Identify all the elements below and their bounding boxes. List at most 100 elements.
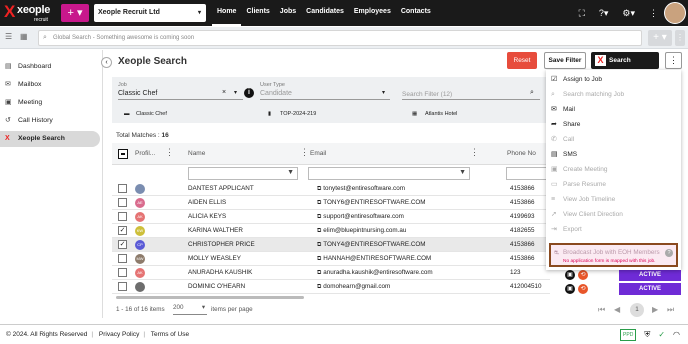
- name-filter-input[interactable]: ▼: [188, 167, 298, 180]
- global-search-input[interactable]: ⌕ Global Search - Something awesome is c…: [38, 30, 642, 46]
- email-filter-input[interactable]: ▼: [308, 167, 470, 180]
- row-checkbox[interactable]: [118, 184, 127, 193]
- help-icon[interactable]: ?: [665, 249, 673, 257]
- help-icon[interactable]: ?▾: [599, 8, 609, 19]
- filter-icon[interactable]: ▼: [287, 169, 294, 176]
- copy-icon[interactable]: ⧉: [317, 186, 321, 192]
- table-row[interactable]: DANTEST APPLICANT ⧉ tonytest@entiresoftwar…: [112, 182, 550, 196]
- row-checkbox[interactable]: [118, 198, 127, 207]
- sidebar-item-call-history[interactable]: ↺ Call History: [0, 113, 100, 129]
- copy-icon[interactable]: ⧉: [317, 242, 321, 248]
- chat-icon[interactable]: ▣: [565, 270, 575, 280]
- next-page-icon[interactable]: ▶: [652, 305, 658, 314]
- menu-item-share[interactable]: ➦ Share: [546, 118, 681, 132]
- candidate-email[interactable]: ⧉ support@entiresoftware.com: [317, 213, 404, 221]
- phone-filter-input[interactable]: [506, 167, 550, 180]
- menu-item-search-matching-job[interactable]: ⌕ Search matching Job: [546, 88, 681, 102]
- column-menu-icon[interactable]: ⋮: [470, 147, 479, 158]
- prev-page-icon[interactable]: ◀: [614, 305, 620, 314]
- info-icon[interactable]: i: [244, 88, 254, 98]
- table-row[interactable]: AK ANURADHA KAUSHIK ⧉ anuradha.kaushik@enti…: [112, 266, 550, 280]
- candidate-name[interactable]: KARINA WALTHER: [188, 227, 243, 234]
- candidate-email[interactable]: ⧉ tonytest@entiresoftware.com: [317, 185, 405, 193]
- candidate-email[interactable]: ⧉ anuradha.kaushik@entiresoftware.com: [317, 269, 433, 277]
- menu-item-mail[interactable]: ✉ Mail: [546, 103, 681, 117]
- table-row[interactable]: AK ALICIA KEYS ⧉ support@entiresoftware.com…: [112, 210, 550, 224]
- table-row[interactable]: ✓ KW KARINA WALTHER ⧉ elim@bluepintnursing.c…: [112, 224, 550, 238]
- table-row[interactable]: AE AIDEN ELLIS ⧉ TONY6@ENTIRESOFTWARE.COM 41…: [112, 196, 550, 210]
- nav-jobs[interactable]: Jobs: [275, 0, 301, 26]
- column-email[interactable]: Email: [310, 150, 326, 157]
- chevron-down-icon[interactable]: ▾: [234, 89, 237, 96]
- add-button[interactable]: + ▾: [648, 30, 672, 46]
- chat-icon[interactable]: ▣: [565, 284, 575, 294]
- copy-icon[interactable]: ⧉: [317, 284, 321, 290]
- candidate-name[interactable]: DANTEST APPLICANT: [188, 185, 254, 192]
- reset-button[interactable]: Reset: [507, 52, 537, 69]
- user-type-select[interactable]: Candidate: [260, 90, 292, 97]
- per-page-select[interactable]: 200 ▾: [173, 304, 207, 315]
- candidate-email[interactable]: ⧉ HANNAH@ENTIRESOFTWARE.COM: [317, 255, 431, 263]
- nav-candidates[interactable]: Candidates: [301, 0, 349, 26]
- candidate-email[interactable]: ⧉ TONY4@ENTIRESOFTWARE.COM: [317, 241, 426, 249]
- column-phone[interactable]: Phone No: [507, 150, 536, 157]
- filter-search-icon[interactable]: ⌕: [530, 89, 534, 97]
- row-checkbox[interactable]: [118, 268, 127, 277]
- actions-menu-button[interactable]: ⋮: [665, 52, 682, 69]
- broadcast-job-item[interactable]: ⛐ Broadcast Job with EOH Members No appl…: [549, 243, 678, 267]
- terms-link[interactable]: Terms of Use: [151, 331, 189, 338]
- column-name[interactable]: Name: [188, 150, 205, 157]
- candidate-email[interactable]: ⧉ TONY6@ENTIRESOFTWARE.COM: [317, 199, 426, 207]
- candidate-name[interactable]: ANURADHA KAUSHIK: [188, 269, 252, 276]
- first-page-icon[interactable]: ⏮: [598, 305, 605, 315]
- candidate-email[interactable]: ⧉ elim@bluepintnursing.com.au: [317, 227, 406, 235]
- company-selector[interactable]: Xeople Recruit Ltd ▾: [94, 4, 206, 22]
- privacy-link[interactable]: Privacy Policy: [99, 331, 139, 338]
- nav-employees[interactable]: Employees: [349, 0, 396, 26]
- candidate-email[interactable]: ⧉ domohearn@gmail.com: [317, 283, 390, 291]
- candidate-name[interactable]: AIDEN ELLIS: [188, 199, 226, 206]
- nav-home[interactable]: Home: [212, 0, 242, 26]
- copy-icon[interactable]: ⧉: [317, 228, 321, 234]
- row-checkbox[interactable]: [118, 254, 127, 263]
- gear-icon[interactable]: ⚙▾: [622, 8, 635, 19]
- table-row[interactable]: MW MOLLY WEASLEY ⧉ HANNAH@ENTIRESOFTWARE.CO…: [112, 252, 550, 266]
- nav-contacts[interactable]: Contacts: [396, 0, 436, 26]
- sidebar-item-dashboard[interactable]: ▤ Dashboard: [0, 59, 100, 75]
- clear-icon[interactable]: ×: [222, 89, 226, 96]
- menu-item-assign-to-job[interactable]: ☑ Assign to Job: [546, 73, 681, 87]
- table-row[interactable]: DOMINIC O'HEARN ⧉ domohearn@gmail.com 41200…: [112, 280, 550, 294]
- search-filter-input[interactable]: Search Filter (12): [402, 91, 452, 98]
- copy-icon[interactable]: ⧉: [317, 214, 321, 220]
- table-row[interactable]: ✓ CP CHRISTOPHER PRICE ⧉ TONY4@ENTIRESOFTWAR…: [112, 238, 550, 252]
- row-checkbox[interactable]: ✓: [118, 240, 127, 249]
- copy-icon[interactable]: ⧉: [317, 270, 321, 276]
- app-logo[interactable]: X xeople recruit: [4, 3, 56, 24]
- candidate-name[interactable]: MOLLY WEASLEY: [188, 255, 241, 262]
- menu-item-call[interactable]: ✆ Call: [546, 133, 681, 147]
- search-xeoplers-button[interactable]: X Search Xeoplers: [591, 52, 659, 81]
- column-profile[interactable]: Profil...: [135, 150, 155, 157]
- horizontal-scrollbar[interactable]: [116, 296, 304, 299]
- grid-view-icon[interactable]: ▦: [20, 32, 28, 41]
- row-checkbox[interactable]: ✓: [118, 226, 127, 235]
- more-button[interactable]: ⋮: [675, 30, 685, 46]
- quick-add-button[interactable]: + ▾: [61, 4, 89, 22]
- menu-item-create-meeting[interactable]: ▣ Create Meeting: [546, 163, 681, 177]
- column-menu-icon[interactable]: ⋮: [165, 147, 174, 158]
- menu-item-view-client-direction[interactable]: ➚ View Client Direction: [546, 208, 681, 222]
- sidebar-item-xeople-search[interactable]: X Xeople Search: [0, 131, 100, 147]
- candidate-name[interactable]: DOMINIC O'HEARN: [188, 283, 245, 290]
- menu-item-export[interactable]: ⇥ Export: [546, 223, 681, 237]
- fullscreen-icon[interactable]: ⛶: [579, 8, 585, 19]
- share-icon[interactable]: ⟲: [578, 284, 588, 294]
- page-number[interactable]: 1: [630, 303, 644, 317]
- job-select[interactable]: Classic Chef: [118, 90, 157, 97]
- sidebar-item-mailbox[interactable]: ✉ Mailbox: [0, 77, 100, 93]
- menu-item-view-job-timeline[interactable]: ≡ View Job Timeline: [546, 193, 681, 207]
- user-avatar[interactable]: [664, 2, 686, 24]
- list-view-icon[interactable]: ☰: [5, 32, 12, 41]
- select-all-checkbox[interactable]: [118, 149, 128, 159]
- menu-item-parse-resume[interactable]: ▭ Parse Resume: [546, 178, 681, 192]
- collapse-sidebar-button[interactable]: ‹: [101, 57, 112, 68]
